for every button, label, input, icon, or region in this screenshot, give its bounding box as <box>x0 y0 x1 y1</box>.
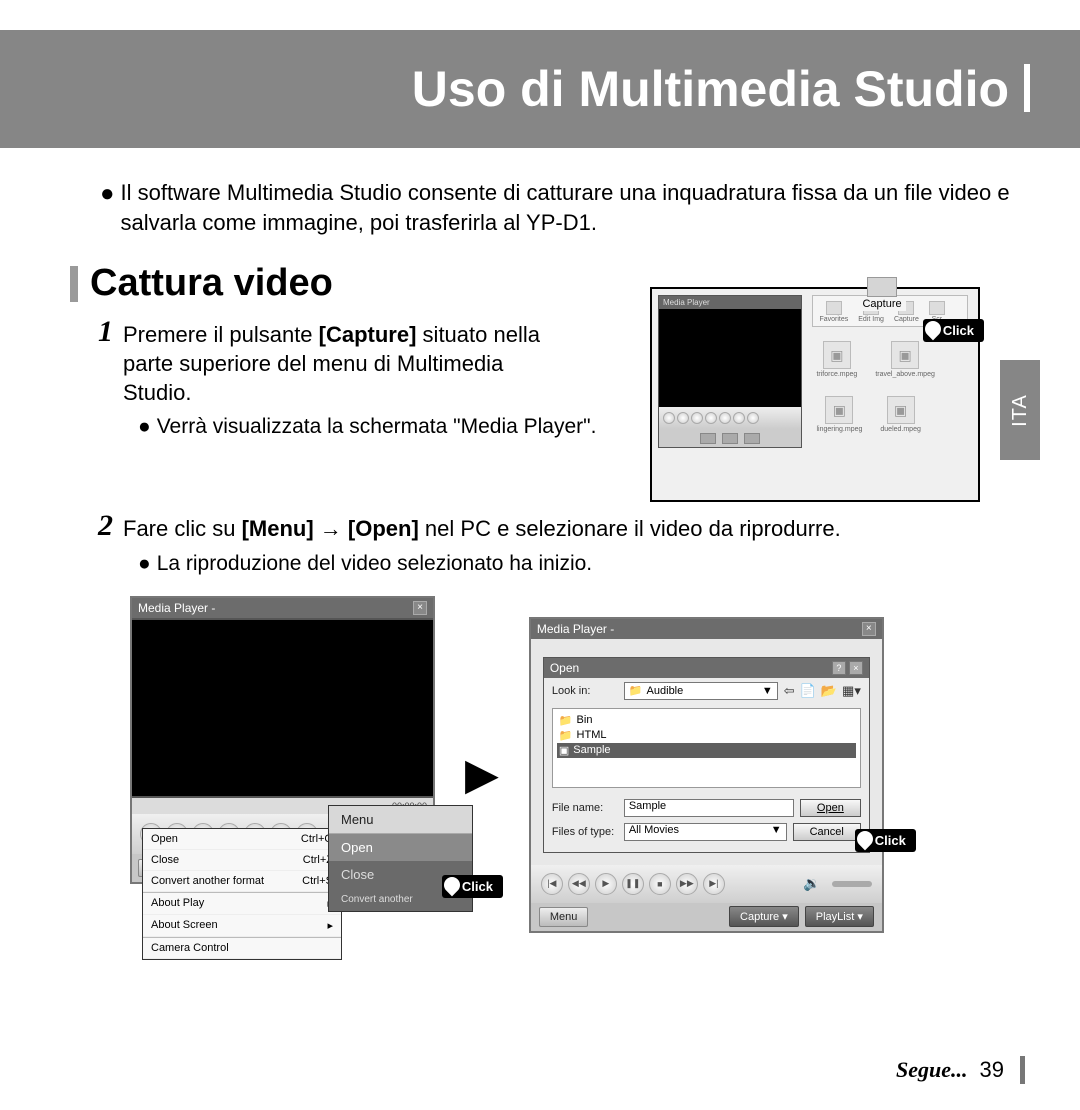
mp-titlebar: Media Player - × <box>132 598 433 618</box>
newfolder-icon[interactable]: 📂 <box>821 683 837 699</box>
step-1-text: Premere il pulsante [Capture] situato ne… <box>123 321 543 407</box>
bullet-dot: ● <box>138 552 151 576</box>
mini-mp-title: Media Player <box>659 296 801 309</box>
figure-capture: Media Player Capture Favorites Edit Img … <box>650 287 980 502</box>
continues-label: Segue... <box>896 1057 968 1083</box>
step-2-text: Fare clic su [Menu] → [Open] nel PC e se… <box>123 515 1020 544</box>
video-area <box>132 618 433 798</box>
bottom-bar: Menu Capture ▾ PlayList ▾ <box>531 903 882 931</box>
open-button[interactable]: Open <box>800 799 861 817</box>
page-header: Uso di Multimedia Studio <box>0 30 1080 148</box>
intro-paragraph: ●Il software Multimedia Studio consente … <box>0 148 1080 237</box>
overlay-open[interactable]: Open <box>329 834 472 861</box>
step-2-bullet: ●La riproduzione del video selezionato h… <box>138 552 1020 576</box>
file-icon: ▣ <box>559 744 569 757</box>
click-badge: Click <box>442 875 503 898</box>
skip-back-icon[interactable]: |◀ <box>541 873 563 895</box>
ctx-close[interactable]: CloseCtrl+Z <box>143 850 341 871</box>
playlist-button[interactable]: PlayList ▾ <box>805 906 874 927</box>
step-2-number: 2 <box>98 509 113 543</box>
open-dialog-title: Open ?× <box>544 658 869 678</box>
filetype-select[interactable]: All Movies▼ <box>624 823 787 841</box>
page-number: 39 <box>980 1057 1004 1083</box>
playback-controls: |◀ ◀◀ ▶ ❚❚ ■ ▶▶ ▶| 🔉 <box>531 865 882 903</box>
page-title: Uso di Multimedia Studio <box>412 60 1030 118</box>
rewind-icon[interactable]: ◀◀ <box>568 873 590 895</box>
section-bar-icon <box>70 266 78 302</box>
context-menu: OpenCtrl+O CloseCtrl+Z Convert another f… <box>142 828 342 960</box>
list-item[interactable]: 📁HTML <box>557 728 856 743</box>
play-icon[interactable]: ▶ <box>595 873 617 895</box>
volume-slider[interactable] <box>832 881 872 887</box>
step-2: 2 Fare clic su [Menu] → [Open] nel PC e … <box>0 509 1080 576</box>
ctx-about-screen[interactable]: About Screen▸ <box>143 915 341 937</box>
section-title-text: Cattura video <box>90 262 333 305</box>
mini-mp-bottom <box>659 429 801 447</box>
bullet-dot: ● <box>100 178 115 237</box>
mp-titlebar: Media Player - × <box>531 619 882 639</box>
close-icon[interactable]: × <box>862 622 876 636</box>
capture-button[interactable]: Capture ▾ <box>729 906 799 927</box>
help-icon[interactable]: ? <box>832 661 846 675</box>
media-player-menu: Media Player - × 00:00:00 |◀ ◀◀ ▶ ❚❚ ■ ▶… <box>130 596 435 884</box>
click-badge: Click <box>855 829 916 852</box>
folder-icon: 📁 <box>559 729 573 742</box>
nav-icons: ⇦ 📄 📂 ▦▾ <box>784 683 861 699</box>
mini-mp-video <box>659 309 801 407</box>
lookin-select[interactable]: 📁Audible▼ <box>624 682 778 700</box>
bullet-dot: ● <box>138 415 151 439</box>
ctx-open[interactable]: OpenCtrl+O <box>143 829 341 850</box>
close-icon[interactable]: × <box>413 601 427 615</box>
intro-text: Il software Multimedia Studio consente d… <box>121 178 1011 237</box>
close-icon[interactable]: × <box>849 661 863 675</box>
menu-button[interactable]: Menu <box>539 907 589 927</box>
cancel-button[interactable]: Cancel <box>793 823 861 841</box>
folder-icon: 📁 <box>629 684 643 697</box>
media-player-open: Media Player - × Open ?× Look in: 📁Audib… <box>529 617 884 933</box>
capture-icon <box>867 277 897 297</box>
folder-icon: 📁 <box>559 714 573 727</box>
volume-icon[interactable]: 🔉 <box>803 875 820 892</box>
list-item[interactable]: 📁Bin <box>557 713 856 728</box>
filename-label: File name: <box>552 802 618 814</box>
up-icon[interactable]: 📄 <box>800 683 816 699</box>
stop-icon[interactable]: ■ <box>649 873 671 895</box>
back-icon[interactable]: ⇦ <box>784 683 795 699</box>
click-badge: Click <box>923 319 984 342</box>
ctx-about-play[interactable]: About Play▸ <box>143 893 341 915</box>
filename-input[interactable]: Sample <box>624 799 794 817</box>
ctx-camera[interactable]: Camera Control <box>143 938 341 959</box>
lookin-label: Look in: <box>552 685 618 697</box>
forward-icon[interactable]: ▶▶ <box>676 873 698 895</box>
language-tab: ITA <box>1000 360 1040 460</box>
file-list[interactable]: 📁Bin 📁HTML ▣Sample <box>552 708 861 788</box>
list-item-selected[interactable]: ▣Sample <box>557 743 856 758</box>
ctx-convert[interactable]: Convert another formatCtrl+S <box>143 871 341 892</box>
thumbnails: ▣triforce.mpeg ▣travel_above.mpeg ▣linge… <box>812 327 968 447</box>
skip-fwd-icon[interactable]: ▶| <box>703 873 725 895</box>
view-icon[interactable]: ▦▾ <box>842 683 861 699</box>
mini-mp-controls <box>659 407 801 429</box>
mini-media-player: Media Player <box>658 295 802 448</box>
step-1-bullet: ●Verrà visualizzata la schermata "Media … <box>138 415 598 439</box>
arrow-right-icon: ▶ <box>465 749 499 800</box>
overlay-menu-label: Menu <box>329 806 472 834</box>
step-1-number: 1 <box>98 315 113 349</box>
capture-label: Capture <box>858 297 905 311</box>
capture-callout: Capture <box>858 277 905 311</box>
pause-icon[interactable]: ❚❚ <box>622 873 644 895</box>
figures-row: Media Player - × 00:00:00 |◀ ◀◀ ▶ ❚❚ ■ ▶… <box>0 576 1080 954</box>
filetype-label: Files of type: <box>552 826 618 838</box>
open-dialog: Open ?× Look in: 📁Audible▼ ⇦ 📄 📂 ▦▾ 📁Bin… <box>543 657 870 853</box>
